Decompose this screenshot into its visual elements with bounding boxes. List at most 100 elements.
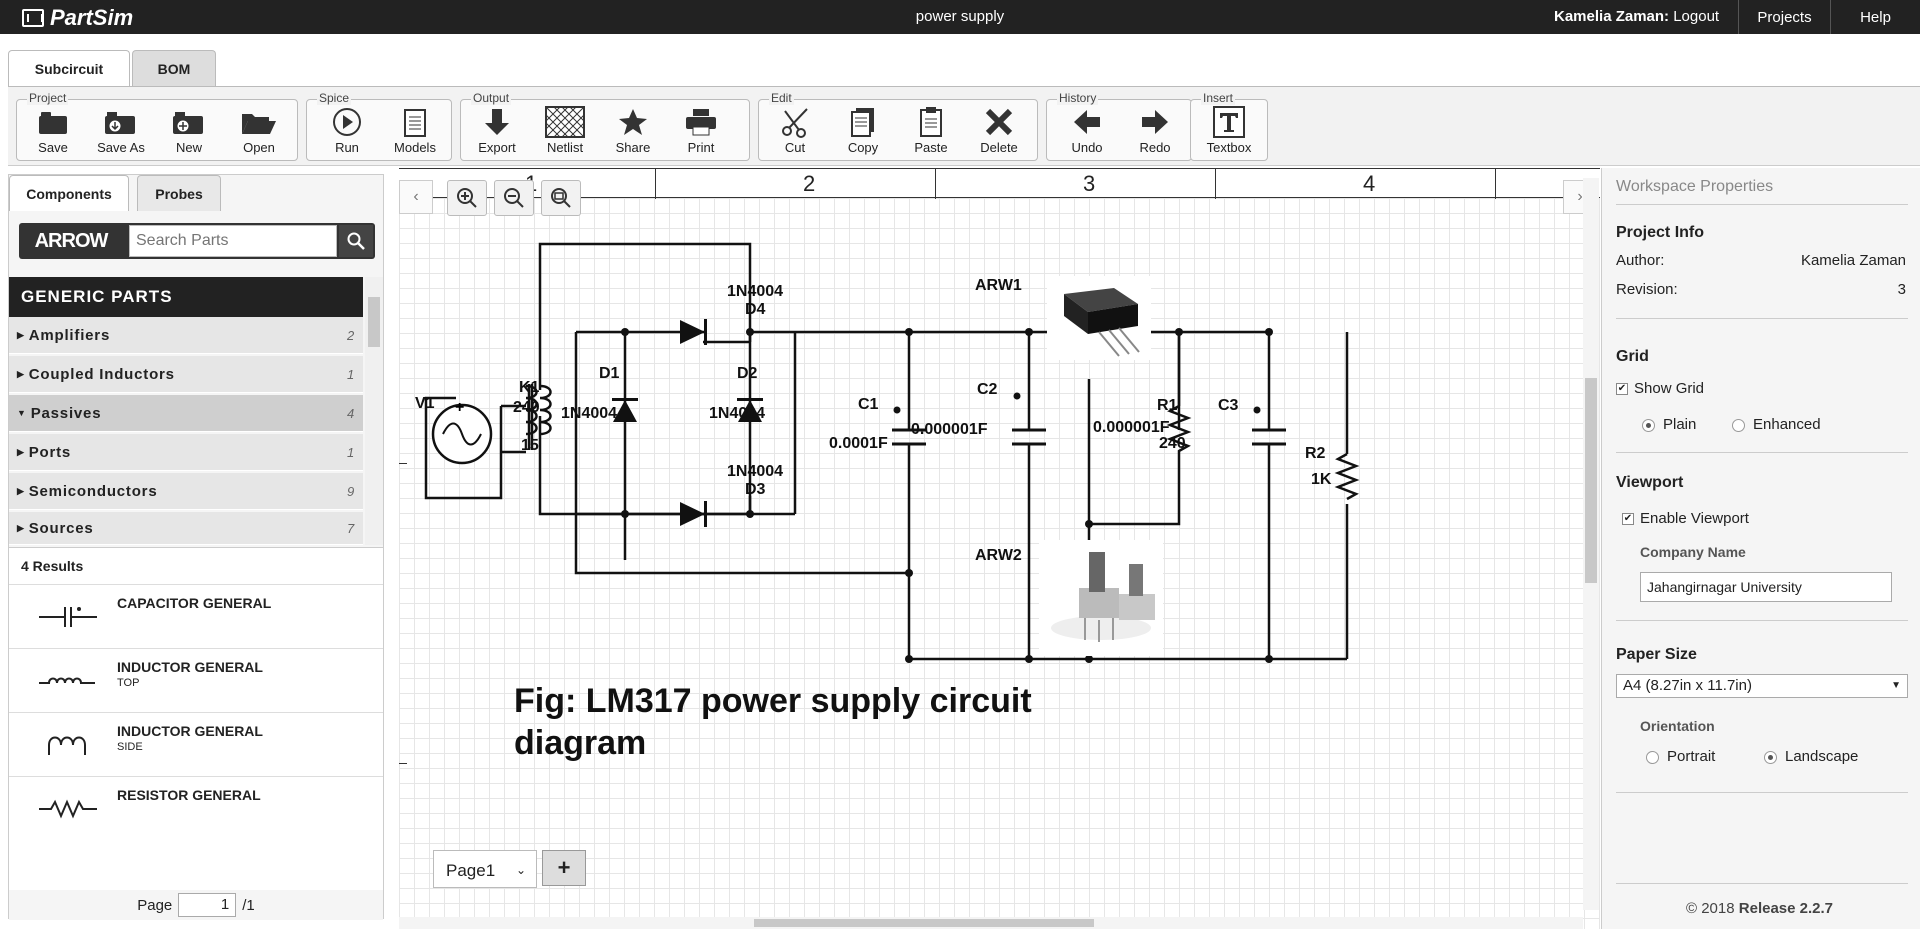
- results-pager: Page 1 /1: [9, 890, 383, 920]
- undo-button[interactable]: Undo: [1055, 106, 1119, 158]
- search-parts-input[interactable]: [129, 225, 337, 257]
- label-r2-value: 1K: [1311, 471, 1332, 488]
- category-count: 2: [346, 327, 355, 343]
- author-value: Kamelia Zaman: [1800, 252, 1906, 269]
- tab-subcircuit[interactable]: Subcircuit: [8, 50, 130, 87]
- grid-plain-radio[interactable]: Plain: [1642, 416, 1696, 433]
- schematic-canvas[interactable]: 1 2 3 4 +: [399, 168, 1600, 929]
- author-label: Author:: [1616, 252, 1665, 269]
- zoom-in-button[interactable]: [447, 180, 487, 216]
- toolbar-ribbon: Project Save Save As New Open Spice Run …: [8, 86, 1920, 166]
- redo-label: Redo: [1139, 140, 1171, 155]
- footer-copyright: © 2018 Release 2.2.7: [1686, 900, 1833, 917]
- netlist-button[interactable]: Netlist: [533, 106, 597, 158]
- category-semiconductors[interactable]: ▶ Semiconductors 9: [9, 473, 363, 510]
- delete-button[interactable]: Delete: [967, 106, 1031, 158]
- diode-d3-icon[interactable]: [680, 501, 707, 527]
- zoom-in-icon: [457, 188, 477, 208]
- lm317-regulator-icon[interactable]: [1047, 276, 1151, 360]
- scroll-thumb[interactable]: [368, 297, 380, 347]
- enable-viewport-checkbox[interactable]: ✔ Enable Viewport: [1622, 510, 1749, 527]
- run-button[interactable]: Run: [315, 106, 379, 158]
- export-button[interactable]: Export: [465, 106, 529, 158]
- scroll-thumb[interactable]: [1585, 378, 1597, 583]
- models-button[interactable]: Models: [383, 106, 447, 158]
- page-select[interactable]: Page1 ⌄: [433, 850, 537, 888]
- company-name-input[interactable]: Jahangirnagar University: [1640, 572, 1892, 602]
- diode-d4-icon[interactable]: [680, 319, 707, 345]
- tab-components[interactable]: Components: [9, 175, 129, 211]
- capacitor-c3-icon[interactable]: [1252, 428, 1286, 446]
- tab-probes[interactable]: Probes: [137, 175, 221, 211]
- caret-right-icon: ▶: [17, 485, 25, 496]
- new-button[interactable]: New: [157, 106, 221, 158]
- print-button[interactable]: Print: [669, 106, 733, 158]
- copy-label: Copy: [847, 140, 879, 155]
- textbox-button[interactable]: Textbox: [1197, 106, 1261, 158]
- grid-enhanced-radio[interactable]: Enhanced: [1732, 416, 1821, 433]
- category-amplifiers[interactable]: ▶ Amplifiers 2: [9, 317, 363, 354]
- category-ports[interactable]: ▶ Ports 1: [9, 434, 363, 471]
- panel-title: Workspace Properties: [1616, 178, 1774, 195]
- caption-line-1: Fig: LM317 power supply circuit: [514, 682, 1032, 720]
- result-subtitle: TOP: [117, 677, 140, 689]
- help-link[interactable]: Help: [1830, 0, 1920, 34]
- figure-caption[interactable]: Fig: LM317 power supply circuit diagram: [514, 682, 1032, 762]
- tab-bom[interactable]: BOM: [132, 50, 216, 86]
- category-sources[interactable]: ▶ Sources 7: [9, 512, 363, 545]
- caret-right-icon: ▶: [17, 368, 25, 379]
- category-scrollbar[interactable]: [365, 277, 383, 545]
- capacitor-c2-icon[interactable]: [1012, 428, 1046, 446]
- scroll-thumb[interactable]: [754, 919, 1094, 927]
- copy-button[interactable]: Copy: [831, 106, 895, 158]
- dropdown-arrow-icon: ▼: [1891, 680, 1901, 691]
- textbox-label: Textbox: [1206, 140, 1252, 155]
- label-c3: C3: [1218, 397, 1239, 414]
- orientation-landscape-radio[interactable]: Landscape: [1764, 748, 1858, 765]
- open-button[interactable]: Open: [227, 106, 291, 158]
- circuit-diagram[interactable]: + V1 K1 240 15 1N4004 D4 1N4004 D3 D1 1N…: [399, 168, 1600, 929]
- play-icon: [333, 108, 361, 136]
- category-coupled-inductors[interactable]: ▶ Coupled Inductors 1: [9, 356, 363, 393]
- resistor-r2-icon[interactable]: [1334, 452, 1360, 501]
- results-count: 4 Results: [21, 558, 84, 574]
- caret-right-icon: ▶: [17, 522, 25, 533]
- cut-button[interactable]: Cut: [763, 106, 827, 158]
- canvas-horizontal-scrollbar[interactable]: [399, 917, 1583, 929]
- zoom-fit-icon: [551, 188, 571, 208]
- logout-link[interactable]: Logout: [1673, 8, 1719, 25]
- paper-size-select[interactable]: A4 (8.27in x 11.7in) ▼: [1616, 674, 1908, 698]
- label-k1-secondary: 15: [521, 437, 539, 454]
- redo-button[interactable]: Redo: [1123, 106, 1187, 158]
- orientation-portrait-radio[interactable]: Portrait: [1646, 748, 1715, 765]
- projects-link[interactable]: Projects: [1738, 0, 1830, 34]
- result-inductor-general-side[interactable]: INDUCTOR GENERAL SIDE: [9, 712, 383, 775]
- chevron-right-icon: ›: [1577, 188, 1583, 205]
- printer-icon: [686, 109, 716, 136]
- save-as-button[interactable]: Save As: [89, 106, 153, 158]
- result-capacitor-general[interactable]: CAPACITOR GENERAL: [9, 584, 383, 647]
- potentiometer-icon[interactable]: [1039, 540, 1163, 656]
- show-grid-checkbox[interactable]: ✔ Show Grid: [1616, 380, 1704, 397]
- share-label: Share: [615, 140, 651, 155]
- chevron-down-icon: ⌄: [515, 863, 526, 877]
- share-button[interactable]: Share: [601, 106, 665, 158]
- paste-button[interactable]: Paste: [899, 106, 963, 158]
- canvas-scroll-left-button[interactable]: ‹: [399, 180, 433, 214]
- add-page-button[interactable]: +: [542, 850, 586, 886]
- zoom-out-button[interactable]: [494, 180, 534, 216]
- top-bar: PartSim power supply Kamelia Zaman: Logo…: [0, 0, 1920, 34]
- save-button[interactable]: Save: [21, 106, 85, 158]
- result-resistor-general[interactable]: RESISTOR GENERAL: [9, 776, 383, 839]
- page-number-input[interactable]: 1: [178, 893, 237, 917]
- category-label: Ports: [28, 443, 72, 461]
- search-button[interactable]: [339, 225, 373, 257]
- label-r1: R1: [1157, 397, 1178, 414]
- canvas-vertical-scrollbar[interactable]: [1583, 178, 1599, 910]
- result-name: CAPACITOR GENERAL: [117, 595, 272, 611]
- zoom-fit-button[interactable]: [541, 180, 581, 216]
- category-passives[interactable]: ▼ Passives 4: [9, 395, 363, 432]
- group-history: History Undo Redo: [1046, 91, 1192, 161]
- result-inductor-general-top[interactable]: INDUCTOR GENERAL TOP: [9, 648, 383, 711]
- textbox-icon: [1213, 106, 1245, 138]
